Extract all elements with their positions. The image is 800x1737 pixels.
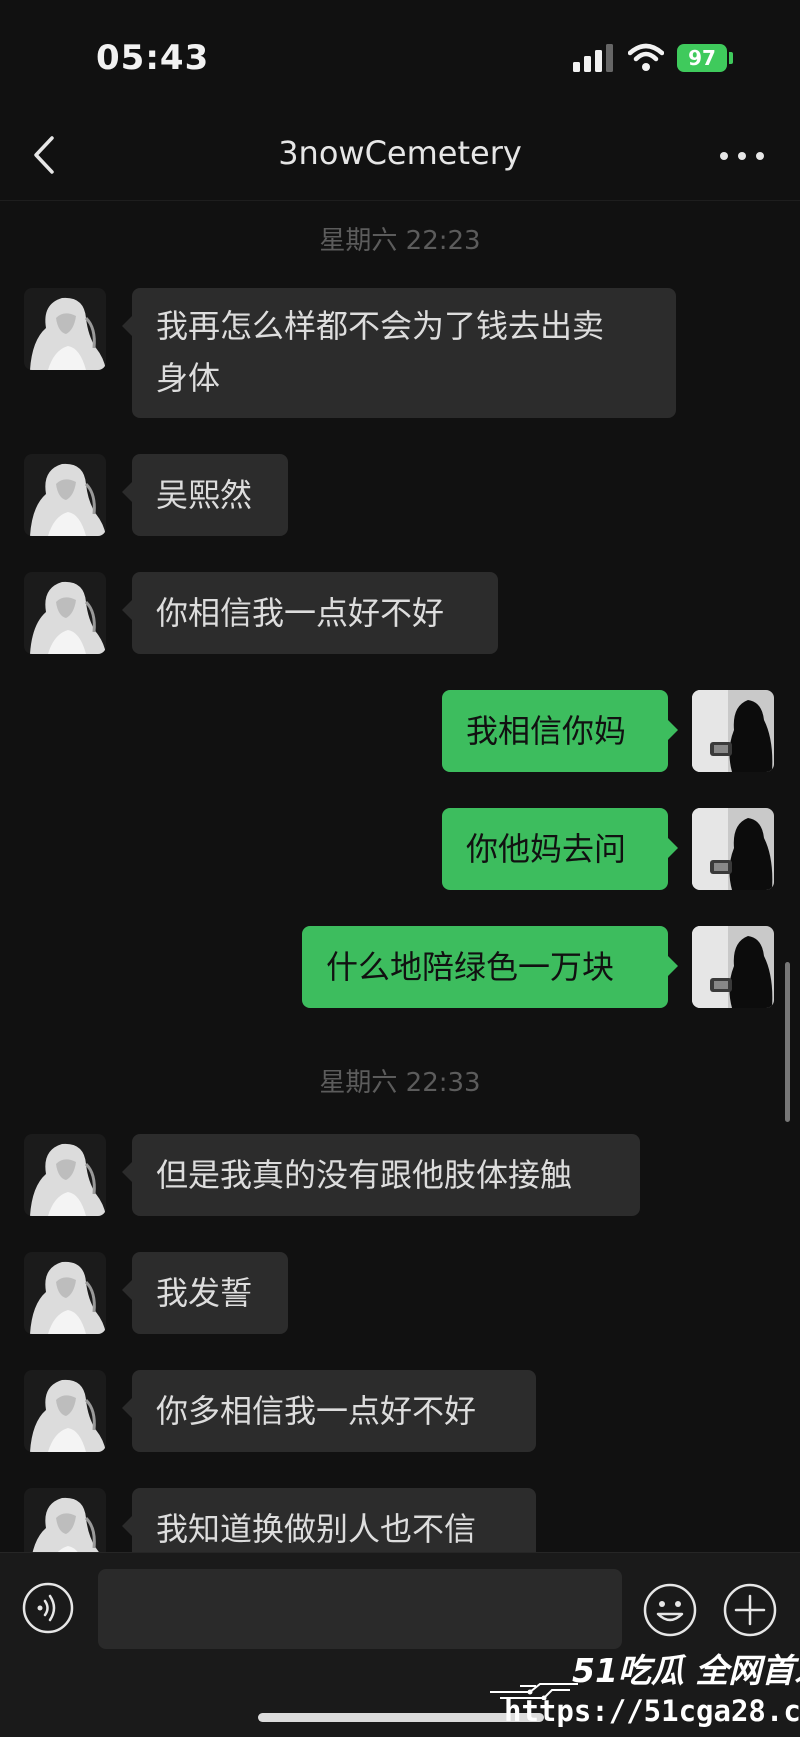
- my-avatar[interactable]: [692, 690, 774, 772]
- message-bubble[interactable]: 但是我真的没有跟他肢体接触: [122, 1134, 640, 1216]
- message-input[interactable]: [98, 1569, 622, 1649]
- message-bubble[interactable]: 你他妈去问: [442, 808, 678, 890]
- timestamp: 星期六 22:33: [319, 1068, 481, 1098]
- timestamp: 星期六 22:23: [319, 226, 481, 256]
- more-dots-icon[interactable]: [712, 136, 772, 176]
- message-bubble[interactable]: 吴熙然: [122, 454, 288, 536]
- message-bubble[interactable]: 你相信我一点好不好: [122, 572, 498, 654]
- chat-title: 3nowCemetery: [278, 134, 522, 172]
- contact-avatar[interactable]: [24, 572, 106, 654]
- message-text: 什么地陪绿色一万块: [326, 948, 615, 986]
- my-avatar[interactable]: [692, 808, 774, 890]
- message-text: 我再怎么样都不会为了钱去出卖: [156, 307, 605, 345]
- message-text: 但是我真的没有跟他肢体接触: [156, 1156, 573, 1194]
- message-text: 身体: [156, 359, 221, 397]
- message-text: 吴熙然: [156, 476, 253, 514]
- emoji-icon[interactable]: [642, 1582, 698, 1638]
- my-avatar[interactable]: [692, 926, 774, 1008]
- contact-avatar[interactable]: [24, 1134, 106, 1216]
- contact-avatar[interactable]: [24, 288, 106, 370]
- message-bubble[interactable]: 我发誓: [122, 1252, 288, 1334]
- message-text: 你多相信我一点好不好: [156, 1392, 477, 1430]
- plus-icon[interactable]: [722, 1582, 778, 1638]
- message-bubble[interactable]: 我相信你妈: [442, 690, 678, 772]
- message-text: 你他妈去问: [466, 830, 627, 868]
- message-bubble[interactable]: 我再怎么样都不会为了钱去出卖 身体: [122, 288, 676, 418]
- cellular-signal-icon: [573, 44, 613, 72]
- battery-tip: [729, 52, 733, 64]
- battery-level: 97: [688, 46, 716, 70]
- chat-header: 3nowCemetery: [0, 110, 800, 201]
- watermark-url[interactable]: https://51cga28.com: [504, 1694, 800, 1728]
- voice-icon[interactable]: [22, 1582, 74, 1634]
- contact-avatar[interactable]: [24, 1252, 106, 1334]
- message-text: 我相信你妈: [466, 712, 627, 750]
- battery-icon: 97: [677, 44, 727, 72]
- status-time: 05:43: [96, 38, 210, 78]
- contact-avatar[interactable]: [24, 1370, 106, 1452]
- message-text: 我知道换做别人也不信: [156, 1510, 477, 1548]
- wifi-icon: [628, 43, 664, 71]
- home-indicator: [258, 1713, 544, 1722]
- message-bubble[interactable]: 你多相信我一点好不好: [122, 1370, 536, 1452]
- scrollbar-thumb[interactable]: [785, 962, 790, 1122]
- watermark-brand: 51吃瓜 全网首发: [572, 1651, 800, 1690]
- status-bar: 05:43 97: [0, 0, 800, 110]
- contact-avatar[interactable]: [24, 454, 106, 536]
- message-bubble[interactable]: 什么地陪绿色一万块: [302, 926, 678, 1008]
- message-text: 我发誓: [156, 1274, 253, 1312]
- message-text: 你相信我一点好不好: [156, 594, 445, 632]
